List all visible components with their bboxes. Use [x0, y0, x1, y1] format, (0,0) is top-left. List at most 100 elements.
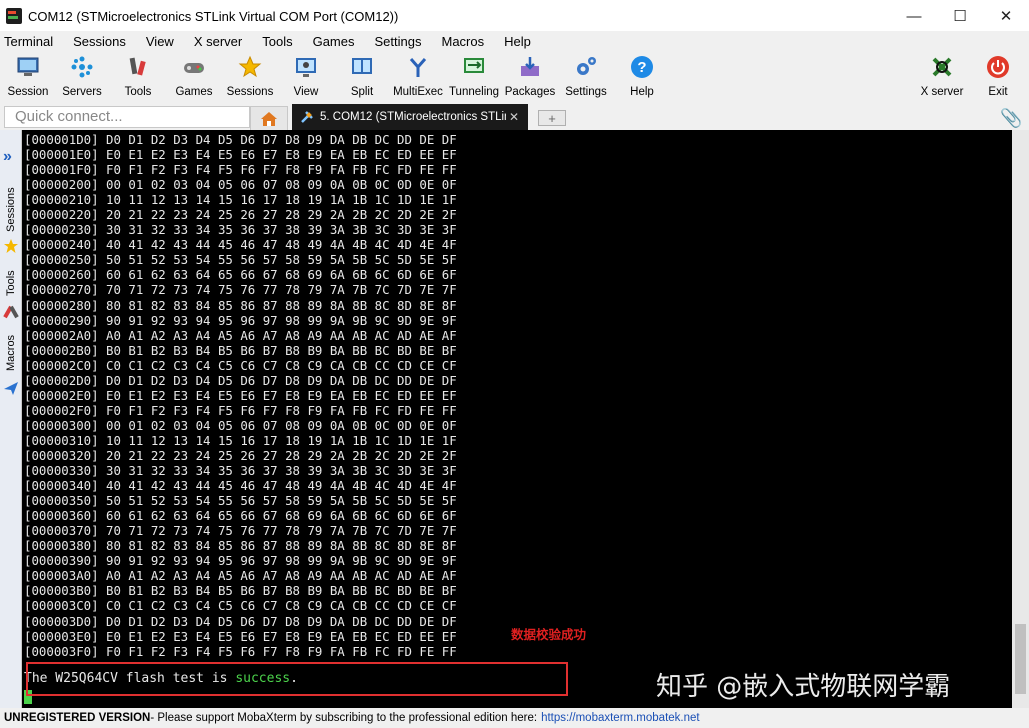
menu-x-server[interactable]: X server [190, 34, 250, 49]
mobaxterm-link[interactable]: https://mobaxterm.mobatek.net [541, 712, 700, 724]
terminal-line: [00000370] 70 71 72 73 74 75 76 77 78 79… [24, 523, 457, 539]
toolbar-xserver-button[interactable]: X server [914, 51, 970, 101]
terminal-line: [00000260] 60 61 62 63 64 65 66 67 68 69… [24, 267, 457, 283]
terminal-line: [00000290] 90 91 92 93 94 95 96 97 98 99… [24, 312, 457, 328]
sidebar-star-icon[interactable] [3, 238, 19, 254]
terminal-line: [00000330] 30 31 32 33 34 35 36 37 38 39… [24, 463, 457, 479]
terminal-line: [000003C0] C0 C1 C2 C3 C4 C5 C6 C7 C8 C9… [24, 598, 457, 614]
scrollbar-thumb[interactable] [1015, 624, 1026, 694]
terminal-line: [00000200] 00 01 02 03 04 05 06 07 08 09… [24, 177, 457, 193]
terminal-line: [000002C0] C0 C1 C2 C3 C4 C5 C6 C7 C8 C9… [24, 357, 457, 373]
tab-close-button[interactable]: ✕ [506, 110, 522, 124]
sidebar-macros-tab[interactable]: Macros [0, 328, 22, 378]
tunneling-icon [462, 55, 486, 79]
terminal-line: [00000280] 80 81 82 83 84 85 86 87 88 89… [24, 297, 457, 313]
new-tab-button[interactable]: + [538, 110, 566, 126]
tab-com12-title: 5. COM12 (STMicroelectronics STLink [320, 111, 506, 123]
terminal-line: [000003B0] B0 B1 B2 B3 B4 B5 B6 B7 B8 B9… [24, 583, 457, 599]
menu-tools[interactable]: Tools [258, 34, 300, 49]
terminal-line: [00000220] 20 21 22 23 24 25 26 27 28 29… [24, 207, 457, 223]
toolbar-packages-button[interactable]: Packages [502, 51, 558, 101]
terminal-line: [000002D0] D0 D1 D2 D3 D4 D5 D6 D7 D8 D9… [24, 372, 457, 388]
menu-terminal[interactable]: Terminal [0, 34, 61, 49]
terminal-line: [000003D0] D0 D1 D2 D3 D4 D5 D6 D7 D8 D9… [24, 613, 457, 629]
games-icon [182, 55, 206, 79]
terminal-scrollbar[interactable] [1012, 130, 1029, 708]
toolbar-view-button[interactable]: View [278, 51, 334, 101]
toolbar-sessions-button[interactable]: Sessions [222, 51, 278, 101]
home-icon [261, 111, 277, 126]
servers-icon [70, 55, 94, 79]
sessions-star-icon [238, 55, 262, 79]
power-exit-icon [986, 55, 1010, 79]
terminal-line: [000003A0] A0 A1 A2 A3 A4 A5 A6 A7 A8 A9… [24, 568, 457, 584]
svg-text:?: ? [637, 59, 646, 76]
xserver-icon [930, 55, 954, 79]
hex-dump-lines: [000001D0] D0 D1 D2 D3 D4 D5 D6 D7 D8 D9… [24, 132, 457, 659]
sidebar-tools-icon[interactable] [3, 304, 19, 320]
toolbar-games-button[interactable]: Games [166, 51, 222, 101]
terminal-line: [00000250] 50 51 52 53 54 55 56 57 58 59… [24, 252, 457, 268]
quick-connect-input[interactable]: Quick connect... [4, 106, 250, 128]
terminal-line: [00000350] 50 51 52 53 54 55 56 57 58 59… [24, 493, 457, 509]
sidebar-tools-tab[interactable]: Tools [0, 264, 22, 302]
terminal-line: [000001E0] E0 E1 E2 E3 E4 E5 E6 E7 E8 E9… [24, 147, 457, 163]
terminal-output[interactable]: [000001D0] D0 D1 D2 D3 D4 D5 D6 D7 D8 D9… [22, 130, 1012, 708]
menu-games[interactable]: Games [309, 34, 363, 49]
verification-annotation: 数据校验成功 [511, 627, 587, 642]
sidebar-sessions-tab[interactable]: Sessions [0, 184, 22, 236]
settings-icon [574, 55, 598, 79]
expand-sidebar-icon[interactable]: » [3, 148, 12, 166]
terminal-line: [00000230] 30 31 32 33 34 35 36 37 38 39… [24, 222, 457, 238]
terminal-line: [00000320] 20 21 22 23 24 25 26 27 28 29… [24, 447, 457, 463]
title-bar: COM12 (STMicroelectronics STLink Virtual… [0, 0, 1029, 32]
view-icon [294, 55, 318, 79]
terminal-line: [00000360] 60 61 62 63 64 65 66 67 68 69… [24, 508, 457, 524]
toolbar-tools-button[interactable]: Tools [110, 51, 166, 101]
tools-icon [126, 55, 150, 79]
session-icon [16, 55, 40, 79]
result-highlight-box [26, 662, 568, 696]
help-icon: ? [630, 55, 654, 79]
minimize-button[interactable]: — [891, 0, 937, 32]
terminal-line: [00000380] 80 81 82 83 84 85 86 87 88 89… [24, 538, 457, 554]
menu-macros[interactable]: Macros [437, 34, 492, 49]
multiexec-icon [406, 55, 430, 79]
sidebar-macros-icon[interactable] [3, 380, 19, 396]
left-sidebar: » Sessions Tools Macros [0, 130, 22, 708]
terminal-line: [00000390] 90 91 92 93 94 95 96 97 98 99… [24, 553, 457, 569]
toolbar-multiexec-button[interactable]: MultiExec [390, 51, 446, 101]
status-bar: UNREGISTERED VERSION - Please support Mo… [0, 708, 1029, 728]
terminal-line: [00000210] 10 11 12 13 14 15 16 17 18 19… [24, 192, 457, 208]
menu-view[interactable]: View [142, 34, 182, 49]
menu-settings[interactable]: Settings [371, 34, 430, 49]
toolbar-split-button[interactable]: Split [334, 51, 390, 101]
unregistered-label: UNREGISTERED VERSION [4, 712, 151, 724]
toolbar-settings-button[interactable]: Settings [558, 51, 614, 101]
terminal-line: [00000270] 70 71 72 73 74 75 76 77 78 79… [24, 282, 457, 298]
window-title: COM12 (STMicroelectronics STLink Virtual… [28, 8, 399, 24]
toolbar-help-button[interactable]: ? Help [614, 51, 670, 101]
terminal-line: [00000310] 10 11 12 13 14 15 16 17 18 19… [24, 432, 457, 448]
toolbar-tunneling-button[interactable]: Tunneling [446, 51, 502, 101]
terminal-line: [000002E0] E0 E1 E2 E3 E4 E5 E6 E7 E8 E9… [24, 387, 457, 403]
toolbar-servers-button[interactable]: Servers [54, 51, 110, 101]
split-icon [350, 55, 374, 79]
maximize-button[interactable]: ☐ [937, 0, 983, 32]
toolbar-session-button[interactable]: Session [0, 51, 56, 101]
terminal-line: [00000300] 00 01 02 03 04 05 06 07 08 09… [24, 417, 457, 433]
tab-bar: Quick connect... 5. COM12 (STMicroelectr… [0, 104, 1029, 130]
mobaxterm-app-icon [6, 8, 22, 24]
tab-com12[interactable]: 5. COM12 (STMicroelectronics STLink ✕ [292, 104, 528, 130]
terminal-line: [000001F0] F0 F1 F2 F3 F4 F5 F6 F7 F8 F9… [24, 162, 457, 178]
toolbar-exit-button[interactable]: Exit [970, 51, 1026, 101]
paperclip-icon[interactable]: 📎 [1000, 108, 1022, 129]
serial-plug-icon [301, 111, 313, 123]
home-tab[interactable] [250, 106, 288, 130]
close-window-button[interactable]: ✕ [983, 0, 1029, 32]
terminal-line: [000002B0] B0 B1 B2 B3 B4 B5 B6 B7 B8 B9… [24, 342, 457, 358]
packages-icon [518, 55, 542, 79]
terminal-line: [000003F0] F0 F1 F2 F3 F4 F5 F6 F7 F8 F9… [24, 643, 457, 659]
menu-sessions[interactable]: Sessions [69, 34, 134, 49]
menu-help[interactable]: Help [500, 34, 539, 49]
